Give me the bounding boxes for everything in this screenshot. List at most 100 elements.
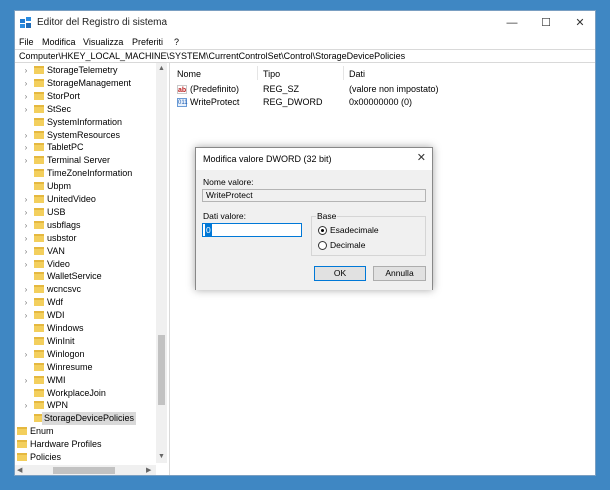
expand-chevron-icon[interactable]: › <box>22 348 30 361</box>
column-header-name[interactable]: Nome <box>177 69 201 79</box>
tree-item[interactable]: SystemInformation <box>15 116 155 129</box>
expand-chevron-icon[interactable]: › <box>22 232 30 245</box>
tree-vertical-scrollbar[interactable]: ▲ ▼ <box>156 63 167 463</box>
tree-item[interactable]: › usbflags <box>15 219 155 232</box>
tree-item[interactable]: Policies <box>15 451 155 464</box>
tree-item[interactable]: TimeZoneInformation <box>15 167 155 180</box>
tree-item-label: Wdf <box>47 297 64 308</box>
expand-chevron-icon[interactable]: › <box>22 154 30 167</box>
tree-item[interactable]: › Winlogon <box>15 348 155 361</box>
folder-icon <box>34 259 44 268</box>
expand-chevron-icon[interactable]: › <box>22 374 30 387</box>
tree-item[interactable]: Winresume <box>15 361 155 374</box>
tree-item[interactable]: › USB <box>15 206 155 219</box>
close-button[interactable]: ✕ <box>563 11 595 35</box>
tree-item[interactable]: WorkplaceJoin <box>15 387 155 400</box>
tree-item-label: WinInit <box>47 335 75 346</box>
expand-chevron-icon[interactable]: › <box>22 129 30 142</box>
address-bar[interactable]: Computer\HKEY_LOCAL_MACHINE\SYSTEM\Curre… <box>15 49 595 63</box>
expand-chevron-icon[interactable]: › <box>22 206 30 219</box>
tree-item[interactable]: › VAN <box>15 245 155 258</box>
tree-item[interactable]: › Video <box>15 258 155 271</box>
tree-item[interactable]: › usbstor <box>15 232 155 245</box>
tree-item[interactable]: Hardware Profiles <box>15 438 155 451</box>
expand-chevron-icon[interactable]: › <box>22 296 30 309</box>
tree-item[interactable]: Enum <box>15 425 155 438</box>
tree-item[interactable]: › WMI <box>15 374 155 387</box>
tree-item-label: StorageDevicePolicies <box>42 412 137 426</box>
tree-item[interactable]: › StorageManagement <box>15 77 155 90</box>
tree-item-label: Windows <box>47 323 84 333</box>
menu-preferiti[interactable]: Preferiti <box>132 37 163 47</box>
value-data-input[interactable]: 0 <box>202 223 302 237</box>
tree-horizontal-scroll-thumb[interactable] <box>53 467 115 474</box>
tree-item[interactable]: WinInit <box>15 335 155 348</box>
tree-item[interactable]: › StSec <box>15 103 155 116</box>
tree-item[interactable]: Ubpm <box>15 180 155 193</box>
dialog-close-icon[interactable]: ✕ <box>417 151 426 164</box>
expand-chevron-icon[interactable]: › <box>22 283 30 296</box>
column-divider[interactable] <box>257 66 258 80</box>
tree-item-label: Winresume <box>47 361 93 372</box>
tree-item[interactable]: › TabletPC <box>15 141 155 154</box>
value-row-default[interactable]: ab (Predefinito) REG_SZ (valore non impo… <box>177 83 577 96</box>
tree-item-label: WDI <box>47 310 65 321</box>
radio-hexadecimal[interactable] <box>318 226 327 235</box>
radio-decimal[interactable] <box>318 241 327 250</box>
tree-item-label: Policies <box>30 452 62 462</box>
expand-chevron-icon[interactable]: › <box>22 103 30 116</box>
folder-icon <box>34 169 44 178</box>
expand-chevron-icon[interactable]: › <box>22 90 30 103</box>
menu-visualizza[interactable]: Visualizza <box>83 37 123 47</box>
expand-chevron-icon[interactable]: › <box>22 141 30 154</box>
menu-modifica[interactable]: Modifica <box>42 37 76 47</box>
scroll-right-icon[interactable]: ▶ <box>146 466 151 474</box>
expand-chevron-icon[interactable]: › <box>22 193 30 206</box>
radio-decimal-label[interactable]: Decimale <box>330 240 365 250</box>
expand-chevron-icon[interactable]: › <box>22 309 30 322</box>
expand-chevron-icon[interactable]: › <box>22 258 30 271</box>
tree-item[interactable]: › Terminal Server <box>15 154 155 167</box>
minimize-button[interactable]: — <box>495 11 529 35</box>
tree-item[interactable]: › SystemResources <box>15 129 155 142</box>
expand-chevron-icon[interactable]: › <box>22 399 30 412</box>
tree-item-label: TimeZoneInformation <box>47 168 133 179</box>
scroll-left-icon[interactable]: ◀ <box>17 466 22 474</box>
column-header-type[interactable]: Tipo <box>263 69 280 79</box>
tree-item-label: SystemInformation <box>47 116 123 127</box>
tree-item[interactable]: › StorageTelemetry <box>15 64 155 77</box>
tree-item[interactable]: › WPN <box>15 399 155 412</box>
value-row-writeprotect[interactable]: 011 WriteProtect REG_DWORD 0x00000000 (0… <box>177 96 577 109</box>
tree-item-label: WPN <box>47 400 68 411</box>
tree-item[interactable]: WalletService <box>15 270 155 283</box>
tree-vertical-scroll-thumb[interactable] <box>158 335 165 405</box>
tree-horizontal-scrollbar[interactable]: ◀ ▶ <box>15 465 156 475</box>
menu-help[interactable]: ? <box>174 37 179 47</box>
expand-chevron-icon[interactable]: › <box>22 77 30 90</box>
dialog-title: Modifica valore DWORD (32 bit) <box>203 154 332 164</box>
folder-icon <box>34 388 44 397</box>
tree-item[interactable]: › StorPort <box>15 90 155 103</box>
column-divider[interactable] <box>343 66 344 80</box>
tree-item[interactable]: Windows <box>15 322 155 335</box>
expand-chevron-icon[interactable]: › <box>22 64 30 77</box>
menu-file[interactable]: File <box>19 37 34 47</box>
tree-item[interactable]: › UnitedVideo <box>15 193 155 206</box>
expand-chevron-icon[interactable]: › <box>22 219 30 232</box>
cancel-button[interactable]: Annulla <box>373 266 426 281</box>
tree-item[interactable]: › wcncsvc <box>15 283 155 296</box>
ok-button[interactable]: OK <box>314 266 366 281</box>
radio-hexadecimal-label[interactable]: Esadecimale <box>330 225 379 235</box>
tree-item[interactable]: › Wdf <box>15 296 155 309</box>
column-header-data[interactable]: Dati <box>349 69 365 79</box>
value-data-label: Dati valore: <box>203 211 246 221</box>
maximize-button[interactable]: ☐ <box>529 11 563 35</box>
tree-item[interactable]: StorageDevicePolicies <box>15 412 155 426</box>
tree-item[interactable]: › WDI <box>15 309 155 322</box>
scroll-down-icon[interactable]: ▼ <box>158 453 165 460</box>
tree-item-label: VAN <box>47 245 65 256</box>
scroll-up-icon[interactable]: ▲ <box>158 65 165 72</box>
expand-chevron-icon[interactable]: › <box>22 245 30 258</box>
tree-item-label: StorPort <box>47 90 81 101</box>
tree-item-label: StSec <box>47 103 72 114</box>
